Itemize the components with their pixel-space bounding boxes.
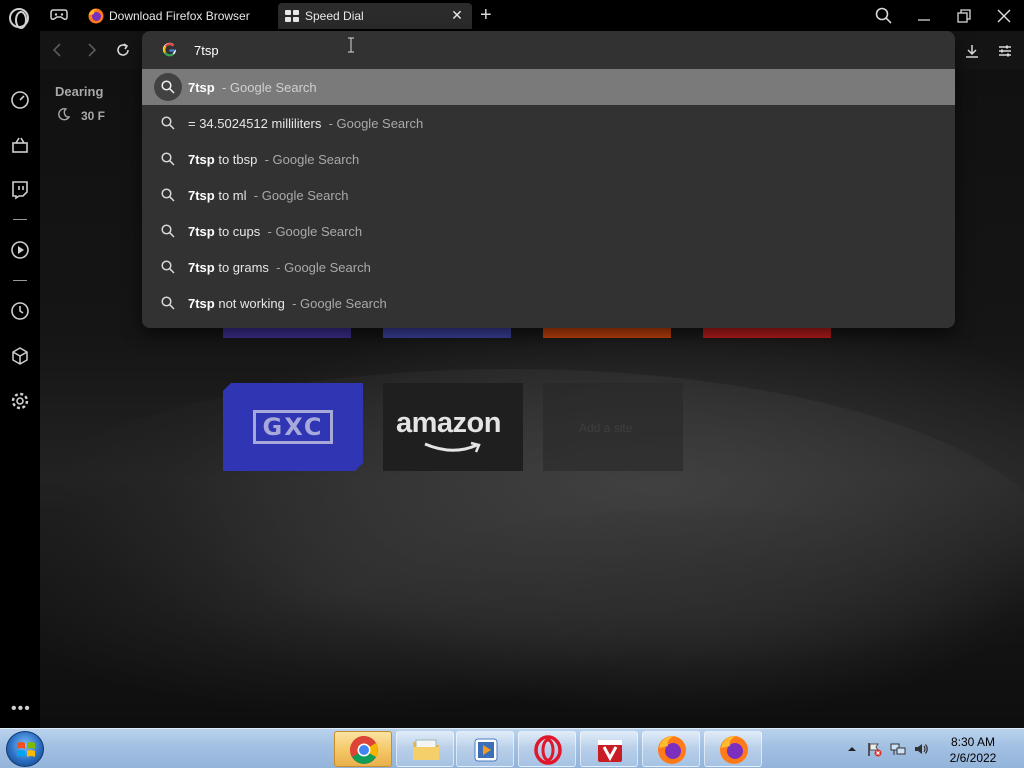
minimize-icon[interactable]	[914, 6, 934, 26]
moon-icon	[58, 108, 71, 121]
suggestion-item[interactable]: = 34.5024512 milliliters - Google Search	[142, 105, 955, 141]
forward-icon[interactable]	[82, 41, 100, 59]
speed-dial-tile-edge[interactable]	[383, 328, 511, 338]
media-player-icon	[474, 738, 498, 762]
close-tab-icon[interactable]: ✕	[450, 8, 464, 22]
search-icon	[154, 289, 182, 317]
close-window-icon[interactable]	[994, 6, 1014, 26]
firefox-icon	[88, 8, 104, 24]
file-explorer-icon	[413, 739, 439, 760]
suggestion-item[interactable]: 7tsp to cups - Google Search	[142, 213, 955, 249]
opera-icon	[534, 735, 562, 765]
back-icon[interactable]	[49, 41, 67, 59]
suggestion-text: 7tsp to tbsp - Google Search	[188, 151, 360, 167]
add-site-tile[interactable]: Add a site	[543, 383, 683, 471]
suggestion-text: 7tsp to grams - Google Search	[188, 259, 371, 275]
history-icon[interactable]	[10, 301, 30, 321]
network-icon[interactable]	[890, 741, 906, 757]
new-tab-button[interactable]: +	[480, 5, 492, 25]
vivaldi-icon	[598, 740, 622, 762]
download-icon[interactable]	[964, 43, 980, 59]
extensions-cube-icon[interactable]	[10, 346, 30, 366]
taskbar-media-player[interactable]	[456, 731, 514, 767]
address-bar[interactable]	[142, 31, 955, 69]
search-icon	[154, 217, 182, 245]
amazon-logo: amazon	[396, 407, 501, 439]
restore-icon[interactable]	[954, 6, 974, 26]
search-icon	[154, 145, 182, 173]
easy-setup-icon[interactable]	[997, 43, 1013, 59]
text-cursor-icon	[348, 37, 354, 53]
firefox-icon	[720, 736, 748, 764]
tab-speed-dial[interactable]: Speed Dial ✕	[278, 3, 472, 29]
weather-temperature: 30 F	[81, 109, 106, 123]
suggestion-item[interactable]: 7tsp to grams - Google Search	[142, 249, 955, 285]
opera-menu-icon[interactable]	[9, 8, 29, 29]
player-icon[interactable]	[10, 240, 30, 260]
sidebar: •••	[0, 31, 40, 728]
background-wave	[340, 509, 1024, 728]
taskbar-opera[interactable]	[518, 731, 576, 767]
add-site-label: Add a site	[579, 421, 633, 435]
tab-download-firefox[interactable]: Download Firefox Browser	[82, 3, 276, 29]
tab-title: Download Firefox Browser	[109, 9, 250, 23]
show-hidden-icons-icon[interactable]	[844, 741, 860, 757]
suggestion-text: 7tsp to ml - Google Search	[188, 187, 349, 203]
speed-dial-tile-edge[interactable]	[223, 328, 351, 338]
clock-date: 2/6/2022	[949, 751, 997, 765]
reload-icon[interactable]	[114, 41, 132, 59]
suggestion-item[interactable]: 7tsp to ml - Google Search	[142, 177, 955, 213]
suggestion-text: 7tsp to cups - Google Search	[188, 223, 363, 239]
taskbar-firefox[interactable]	[642, 731, 700, 767]
suggestion-item[interactable]: 7tsp to tbsp - Google Search	[142, 141, 955, 177]
address-bar-dropdown: 7tsp - Google Search = 34.5024512 millil…	[142, 31, 955, 328]
suggestion-text: 7tsp not working - Google Search	[188, 295, 387, 311]
firefox-icon	[658, 736, 686, 764]
taskbar-chrome[interactable]	[334, 731, 392, 767]
speed-dial-tile-edge[interactable]	[703, 328, 831, 338]
google-icon	[162, 42, 177, 57]
tab-title: Speed Dial	[305, 9, 364, 23]
taskbar-vivaldi[interactable]	[580, 731, 638, 767]
sidebar-more-icon[interactable]: •••	[11, 701, 31, 717]
address-input[interactable]	[194, 40, 794, 60]
suggestion-item[interactable]: 7tsp - Google Search	[142, 69, 955, 105]
sidebar-divider	[13, 219, 27, 220]
shopping-bag-icon[interactable]	[10, 135, 30, 155]
twitch-icon[interactable]	[10, 180, 30, 200]
search-icon	[154, 73, 182, 101]
suggestion-item[interactable]: 7tsp not working - Google Search	[142, 285, 955, 321]
search-icon	[154, 181, 182, 209]
title-bar: Download Firefox Browser Speed Dial ✕ +	[0, 0, 1024, 31]
action-center-flag-icon[interactable]	[866, 741, 882, 757]
speed-dial-tile-amazon[interactable]: amazon	[383, 383, 523, 471]
amazon-smile-icon	[424, 441, 481, 453]
search-icon	[154, 253, 182, 281]
windows-logo-icon	[17, 742, 35, 757]
speed-dial-tile-gxc[interactable]: GXC	[223, 383, 363, 471]
speed-dial-grid-icon	[285, 10, 299, 22]
gx-control-icon[interactable]	[50, 8, 68, 22]
system-clock[interactable]: 8:30 AM 2/6/2022	[936, 734, 1010, 766]
start-button[interactable]	[6, 731, 44, 767]
suggestion-text: 7tsp - Google Search	[188, 79, 317, 95]
suggestion-text: = 34.5024512 milliliters - Google Search	[188, 115, 424, 131]
speedometer-icon[interactable]	[10, 90, 30, 110]
windows-taskbar: 8:30 AM 2/6/2022	[0, 728, 1024, 768]
settings-gear-icon[interactable]	[10, 391, 30, 411]
search-icon	[154, 109, 182, 137]
taskbar-file-explorer[interactable]	[396, 731, 454, 767]
sidebar-divider	[13, 280, 27, 281]
weather-location[interactable]: Dearing	[55, 84, 103, 99]
speed-dial-tile-edge[interactable]	[543, 328, 671, 338]
volume-icon[interactable]	[913, 741, 929, 757]
screen: Download Firefox Browser Speed Dial ✕ +	[0, 0, 1024, 768]
search-tabs-icon[interactable]	[874, 6, 894, 26]
clock-time: 8:30 AM	[950, 735, 996, 749]
gxc-logo: GXC	[253, 410, 333, 444]
chrome-icon	[350, 736, 378, 764]
taskbar-firefox[interactable]	[704, 731, 762, 767]
